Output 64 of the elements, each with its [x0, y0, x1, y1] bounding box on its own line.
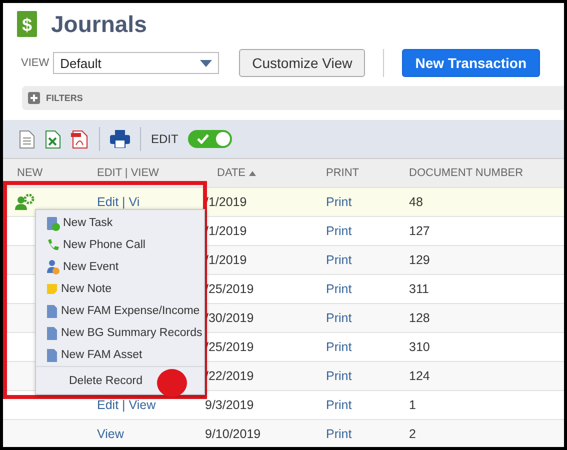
edit-view-link[interactable]: Edit | Vi [93, 195, 140, 209]
date-cell: /25/2019 [205, 340, 254, 354]
document-number-cell-text: 48 [408, 195, 423, 209]
person-clock-icon [46, 259, 60, 275]
spreadsheet-icon [45, 130, 61, 148]
document-icon [46, 348, 58, 362]
plus-icon [28, 92, 40, 104]
menu-item[interactable]: New FAM Expense/Income [36, 300, 204, 322]
column-header[interactable]: DATE [217, 167, 246, 179]
column-header[interactable]: PRINT [326, 167, 359, 179]
date-cell: /1/2019 [205, 195, 247, 209]
print-link[interactable]: Print [322, 282, 352, 296]
edit-view-link[interactable]: Edit | View [93, 398, 156, 412]
filters-label: FILTERS [46, 93, 83, 103]
document-icon [46, 326, 58, 340]
print-link[interactable]: Print [322, 369, 352, 383]
customize-view-button[interactable]: Customize View [239, 49, 366, 77]
date-cell: /1/2019 [205, 224, 247, 238]
print-link[interactable]: Print [322, 195, 352, 209]
filters-bar[interactable]: FILTERS [22, 86, 564, 110]
date-cell: 9/3/2019 [205, 398, 254, 412]
document-icon [19, 130, 35, 148]
edit-toggle[interactable] [188, 130, 232, 148]
edit-label: EDIT [151, 132, 178, 146]
document-number-cell-text: 129 [408, 253, 430, 267]
checkmark-icon [197, 134, 210, 144]
column-header[interactable]: EDIT | VIEW [97, 167, 159, 179]
column-header[interactable]: DOCUMENT NUMBER [409, 167, 524, 179]
date-cell: 9/10/2019 [205, 427, 261, 441]
document-number-cell-text: 310 [408, 340, 430, 354]
date-cell: /25/2019 [205, 282, 254, 296]
table-row[interactable]: View 9/10/2019 Print 2 [3, 419, 564, 447]
new-transaction-button[interactable]: New Transaction [402, 49, 540, 77]
document-number-cell-text: 1 [408, 398, 416, 412]
phone-icon [46, 238, 60, 252]
printer-icon [110, 130, 130, 148]
date-cell: /22/2019 [205, 369, 254, 383]
print-link[interactable]: Print [322, 311, 352, 325]
caret-icon [200, 60, 212, 66]
document-icon [46, 304, 58, 318]
document-number-cell-text: 128 [408, 311, 430, 325]
sticky-note-icon [46, 283, 58, 295]
menu-item[interactable]: New Note [36, 278, 204, 300]
date-cell: /30/2019 [205, 311, 254, 325]
menu-item[interactable]: Delete Record [66, 372, 146, 388]
print-link[interactable]: Print [322, 427, 352, 441]
sort-up-icon [248, 170, 256, 176]
document-number-cell-text: 127 [408, 224, 430, 238]
pdf-icon [71, 130, 89, 148]
edit-view-link[interactable]: View [93, 427, 124, 441]
view-dropdown[interactable]: Default [53, 52, 220, 74]
document-number-cell-text: 2 [408, 427, 416, 441]
print-link[interactable]: Print [322, 340, 352, 354]
print-link[interactable]: Print [322, 398, 352, 412]
column-header[interactable]: NEW [17, 167, 43, 179]
print-link[interactable]: Print [322, 253, 352, 267]
person-gear-icon [15, 193, 35, 211]
view-label: VIEW [21, 57, 50, 69]
print-link[interactable]: Print [322, 224, 352, 238]
date-cell: /1/2019 [205, 253, 247, 267]
ledger-dollar-icon: $ [15, 11, 37, 37]
document-number-cell-text: 311 [408, 282, 429, 296]
page-title: Journals [51, 10, 147, 38]
document-number-cell-text: 124 [408, 369, 430, 383]
